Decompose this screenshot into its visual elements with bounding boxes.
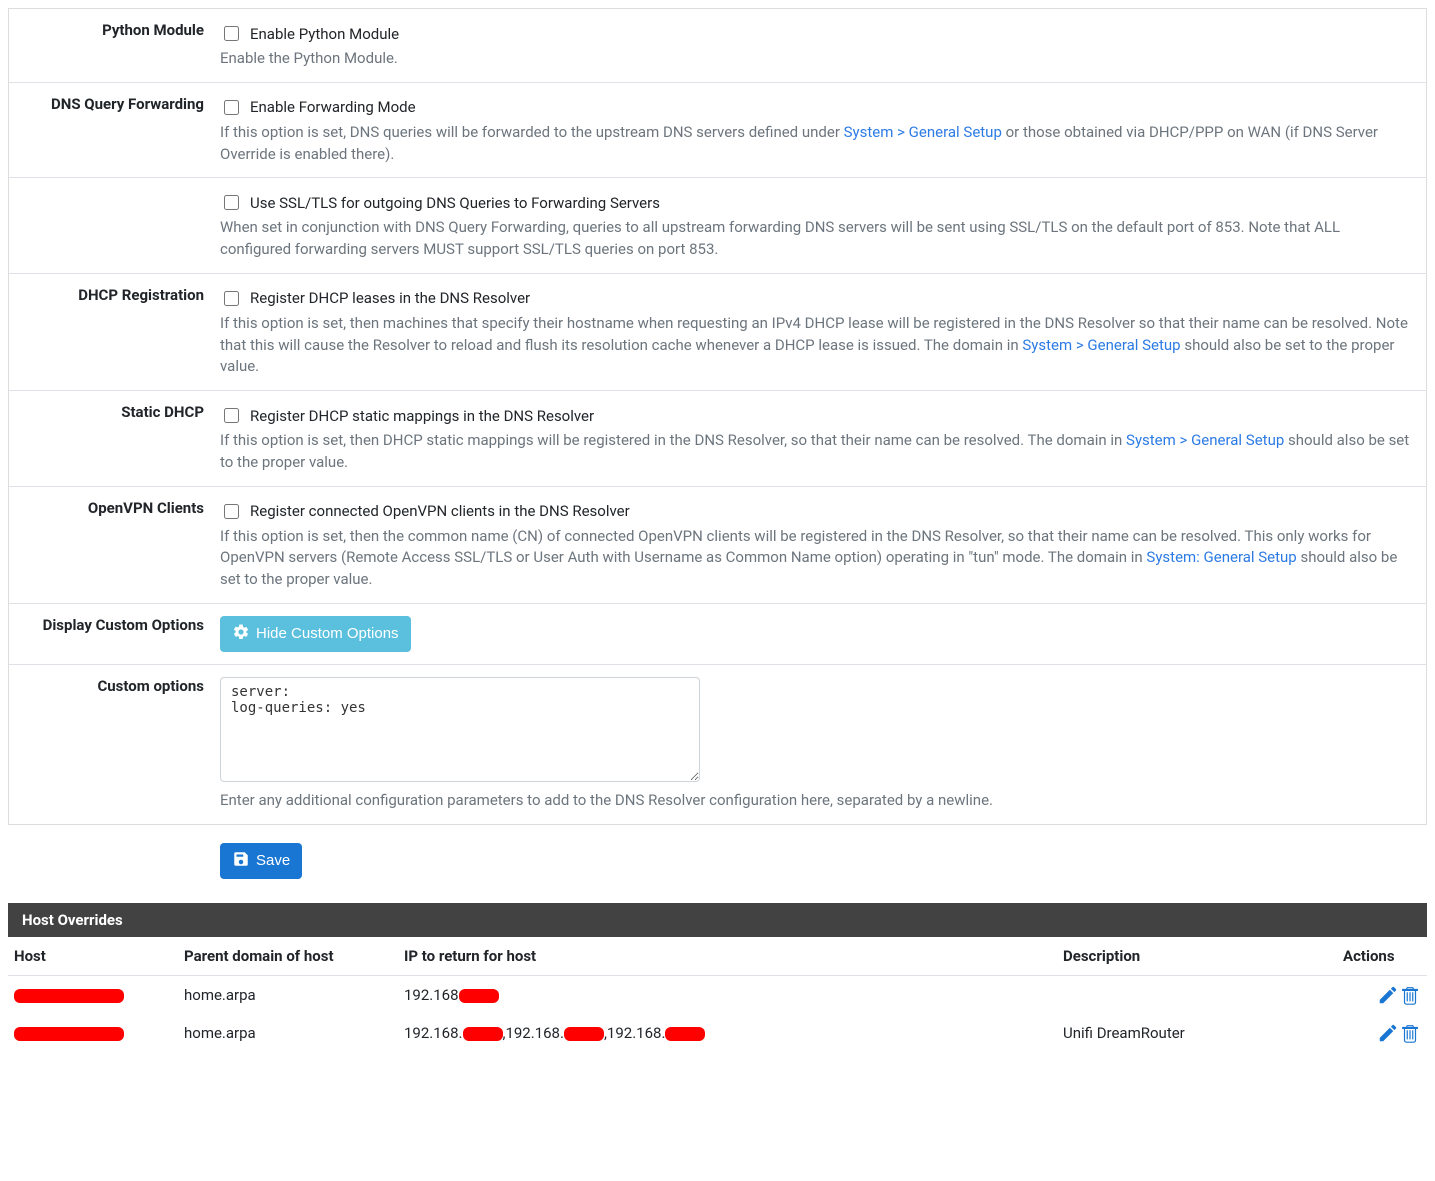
help-dns-forwarding: If this option is set, DNS queries will … [220,122,1410,166]
gear-icon [232,623,250,645]
save-block: Save [0,833,1435,889]
checkbox-enable-forwarding[interactable] [224,100,239,115]
cell-ip: 192.168 [398,975,1057,1014]
checkbox-label-static-dhcp: Register DHCP static mappings in the DNS… [250,407,594,425]
row-python-module: Python Module Enable Python Module Enabl… [9,9,1426,82]
redacted-ip-suffix [459,989,499,1003]
edit-icon[interactable] [1377,984,1399,1006]
checkbox-label-ssl-tls-forwarding: Use SSL/TLS for outgoing DNS Queries to … [250,194,660,212]
row-custom-options: Custom options Enter any additional conf… [9,664,1426,824]
row-display-custom-options: Display Custom Options Hide Custom Optio… [9,603,1426,664]
help-ssl-tls-forwarding: When set in conjunction with DNS Query F… [220,217,1410,261]
checkbox-static-dhcp[interactable] [224,408,239,423]
hide-custom-options-button[interactable]: Hide Custom Options [220,616,411,652]
cell-description [1057,975,1337,1014]
checkbox-label-openvpn-clients: Register connected OpenVPN clients in th… [250,502,630,520]
help-custom-options: Enter any additional configuration param… [220,790,1410,812]
cell-actions [1337,1014,1427,1052]
label-custom-options: Custom options [19,673,214,816]
help-openvpn-clients: If this option is set, then the common n… [220,526,1410,591]
help-dhcp-registration: If this option is set, then machines tha… [220,313,1410,378]
redacted-host [14,989,124,1003]
redacted-ip-suffix [665,1027,705,1041]
save-button-label: Save [256,852,290,869]
link-system-general-setup[interactable]: System > General Setup [1126,431,1284,449]
table-row: home.arpa192.168 [8,975,1427,1014]
col-host: Host [8,937,178,976]
help-static-dhcp: If this option is set, then DHCP static … [220,430,1410,474]
label-display-custom-options: Display Custom Options [19,612,214,656]
cell-description: Unifi DreamRouter [1057,1014,1337,1052]
cell-parent-domain: home.arpa [178,1014,398,1052]
hide-custom-options-label: Hide Custom Options [256,625,399,642]
redacted-host [14,1027,124,1041]
edit-icon[interactable] [1377,1022,1399,1044]
label-dhcp-registration: DHCP Registration [19,282,214,382]
col-parent-domain: Parent domain of host [178,937,398,976]
cell-host [8,1014,178,1052]
label-static-dhcp: Static DHCP [19,399,214,478]
col-description: Description [1057,937,1337,976]
checkbox-label-enable-forwarding: Enable Forwarding Mode [250,98,416,116]
cell-host [8,975,178,1014]
checkbox-label-python-module: Enable Python Module [250,25,399,43]
help-python-module: Enable the Python Module. [220,48,1410,70]
delete-icon[interactable] [1399,1022,1421,1044]
checkbox-ssl-tls-forwarding[interactable] [224,195,239,210]
checkbox-label-dhcp-registration: Register DHCP leases in the DNS Resolver [250,289,530,307]
cell-actions [1337,975,1427,1014]
save-icon [232,850,250,872]
row-forwarding-ssl: Use SSL/TLS for outgoing DNS Queries to … [9,177,1426,273]
cell-ip: 192.168.,192.168.,192.168. [398,1014,1057,1052]
link-system-general-setup[interactable]: System > General Setup [1022,336,1180,354]
checkbox-python-module[interactable] [224,26,239,41]
row-dns-forwarding: DNS Query Forwarding Enable Forwarding M… [9,82,1426,178]
label-openvpn-clients: OpenVPN Clients [19,495,214,595]
checkbox-dhcp-registration[interactable] [224,291,239,306]
host-overrides-table: Host Parent domain of host IP to return … [8,937,1427,1052]
col-ip: IP to return for host [398,937,1057,976]
redacted-ip-suffix [463,1027,503,1041]
delete-icon[interactable] [1399,984,1421,1006]
row-dhcp-registration: DHCP Registration Register DHCP leases i… [9,273,1426,390]
checkbox-openvpn-clients[interactable] [224,504,239,519]
link-system-general-setup[interactable]: System > General Setup [844,123,1002,141]
host-overrides-header: Host Overrides [8,903,1427,937]
custom-options-textarea[interactable] [220,677,700,782]
save-button[interactable]: Save [220,843,302,879]
row-static-dhcp: Static DHCP Register DHCP static mapping… [9,390,1426,486]
table-row: home.arpa192.168.,192.168.,192.168.Unifi… [8,1014,1427,1052]
settings-panel: Python Module Enable Python Module Enabl… [8,8,1427,825]
label-dns-forwarding: DNS Query Forwarding [19,91,214,170]
label-python-module: Python Module [19,17,214,74]
col-actions: Actions [1337,937,1427,976]
cell-parent-domain: home.arpa [178,975,398,1014]
link-system-general-setup[interactable]: System: General Setup [1146,548,1296,566]
row-openvpn-clients: OpenVPN Clients Register connected OpenV… [9,486,1426,603]
redacted-ip-suffix [564,1027,604,1041]
